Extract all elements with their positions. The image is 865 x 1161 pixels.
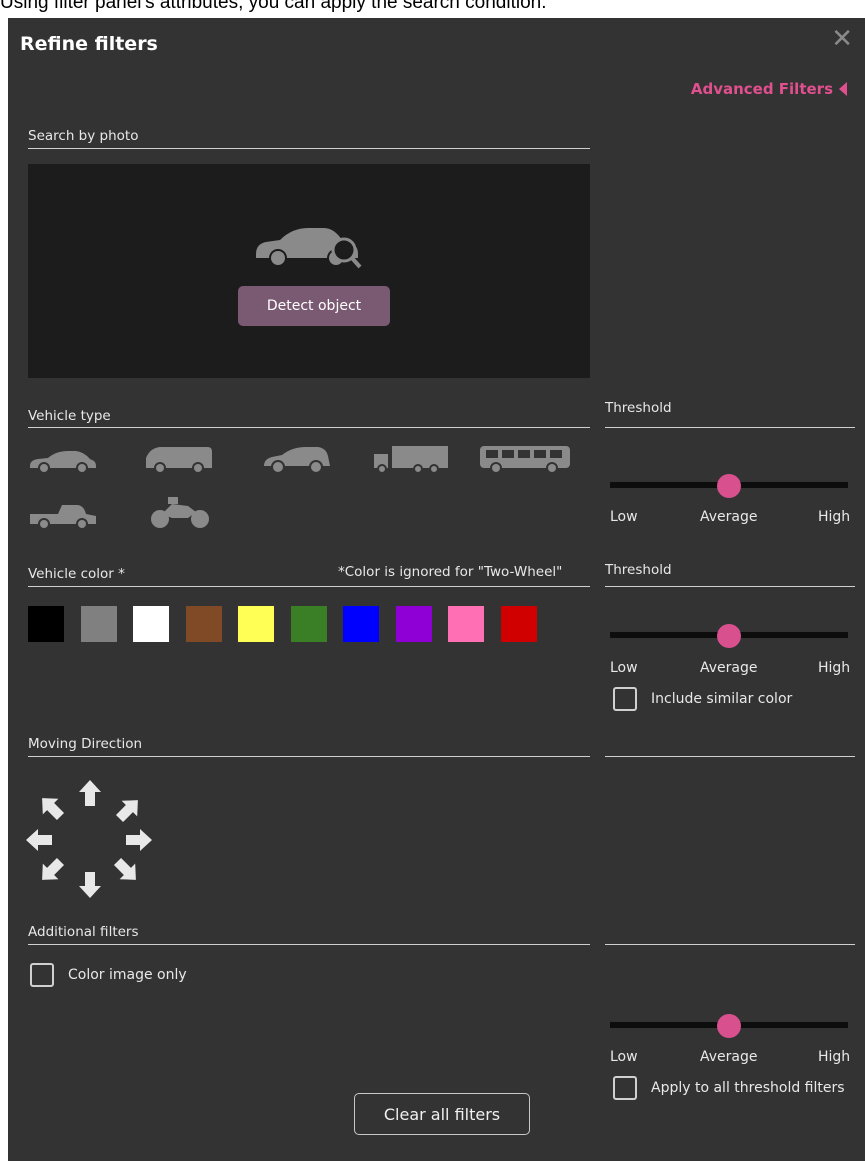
scale-low: Low (610, 660, 638, 676)
color-swatch[interactable] (80, 606, 117, 642)
divider (605, 756, 855, 757)
apply-all-thresholds-label: Apply to all threshold filters (651, 1080, 845, 1096)
similar-color-checkbox[interactable] (613, 687, 637, 711)
color-image-only-label: Color image only (68, 967, 187, 983)
truck-icon[interactable] (372, 442, 452, 474)
apply-all-thresholds-checkbox[interactable] (613, 1076, 637, 1100)
threshold-label: Threshold (605, 400, 672, 416)
color-swatch[interactable] (395, 606, 432, 642)
color-swatch[interactable] (290, 606, 327, 642)
divider (28, 586, 590, 587)
scale-high: High (818, 1049, 851, 1065)
vehicle-color-label: Vehicle color * (28, 566, 125, 582)
color-swatch[interactable] (500, 606, 537, 642)
color-swatch[interactable] (343, 606, 379, 642)
scale-low: Low (610, 1049, 638, 1065)
additional-threshold-slider[interactable] (610, 1014, 848, 1038)
collapse-arrow-icon (839, 82, 847, 96)
divider (605, 427, 855, 428)
moving-direction-label: Moving Direction (28, 736, 143, 752)
advanced-filters-label: Advanced Filters (690, 80, 833, 98)
sedan-icon[interactable] (28, 444, 98, 474)
color-swatch[interactable] (448, 606, 484, 642)
color-swatch[interactable] (28, 606, 64, 642)
color-image-only-checkbox[interactable] (30, 963, 54, 987)
hatchback-icon[interactable] (262, 442, 332, 474)
vehicle-color-threshold-slider[interactable] (610, 624, 848, 648)
scale-high: High (818, 509, 851, 525)
arrow-north-icon[interactable] (79, 780, 101, 806)
vehicle-type-threshold-slider[interactable] (610, 474, 848, 498)
bus-icon[interactable] (478, 442, 572, 474)
divider (28, 756, 590, 757)
color-ignored-note: *Color is ignored for "Two-Wheel" (338, 564, 563, 580)
refine-filters-panel: Refine filters ✕ Advanced Filters Search… (8, 18, 865, 1161)
color-swatch[interactable] (133, 606, 169, 642)
arrow-south-icon[interactable] (79, 872, 101, 898)
scale-high: High (818, 660, 851, 676)
slider-knob[interactable] (717, 624, 741, 648)
divider (605, 586, 855, 587)
color-swatch[interactable] (185, 606, 222, 642)
close-icon[interactable]: ✕ (831, 26, 853, 52)
scale-low: Low (610, 509, 638, 525)
arrow-north-east-icon[interactable] (111, 792, 146, 827)
slider-knob[interactable] (717, 1014, 741, 1038)
scale-average: Average (700, 509, 758, 525)
divider (28, 148, 590, 149)
scale-average: Average (700, 660, 758, 676)
detect-object-button[interactable]: Detect object (238, 286, 390, 326)
similar-color-label: Include similar color (651, 691, 793, 707)
pickup-icon[interactable] (28, 500, 98, 530)
scale-average: Average (700, 1049, 758, 1065)
panel-title: Refine filters (20, 33, 158, 55)
photo-drop-area[interactable]: Detect object (28, 164, 590, 378)
vehicle-type-label: Vehicle type (28, 408, 111, 424)
color-swatch[interactable] (238, 606, 274, 642)
arrow-south-west-icon[interactable] (34, 853, 69, 888)
arrow-north-west-icon[interactable] (34, 790, 69, 825)
van-icon[interactable] (144, 442, 214, 474)
divider (605, 944, 855, 945)
divider (28, 427, 590, 428)
arrow-east-icon[interactable] (126, 829, 152, 851)
clear-all-filters-button[interactable]: Clear all filters (354, 1093, 530, 1135)
search-by-photo-label: Search by photo (28, 128, 139, 144)
arrow-west-icon[interactable] (26, 829, 52, 851)
divider (28, 944, 590, 945)
arrow-south-east-icon[interactable] (109, 853, 144, 888)
page-caption: Using filter panel's attributes, you can… (0, 0, 547, 13)
additional-filters-label: Additional filters (28, 924, 139, 940)
car-search-icon (256, 228, 362, 269)
direction-arrows (26, 780, 152, 898)
advanced-filters-toggle[interactable]: Advanced Filters (691, 80, 847, 98)
motorcycle-icon[interactable] (148, 494, 212, 530)
threshold-label: Threshold (605, 562, 672, 578)
slider-knob[interactable] (717, 474, 741, 498)
